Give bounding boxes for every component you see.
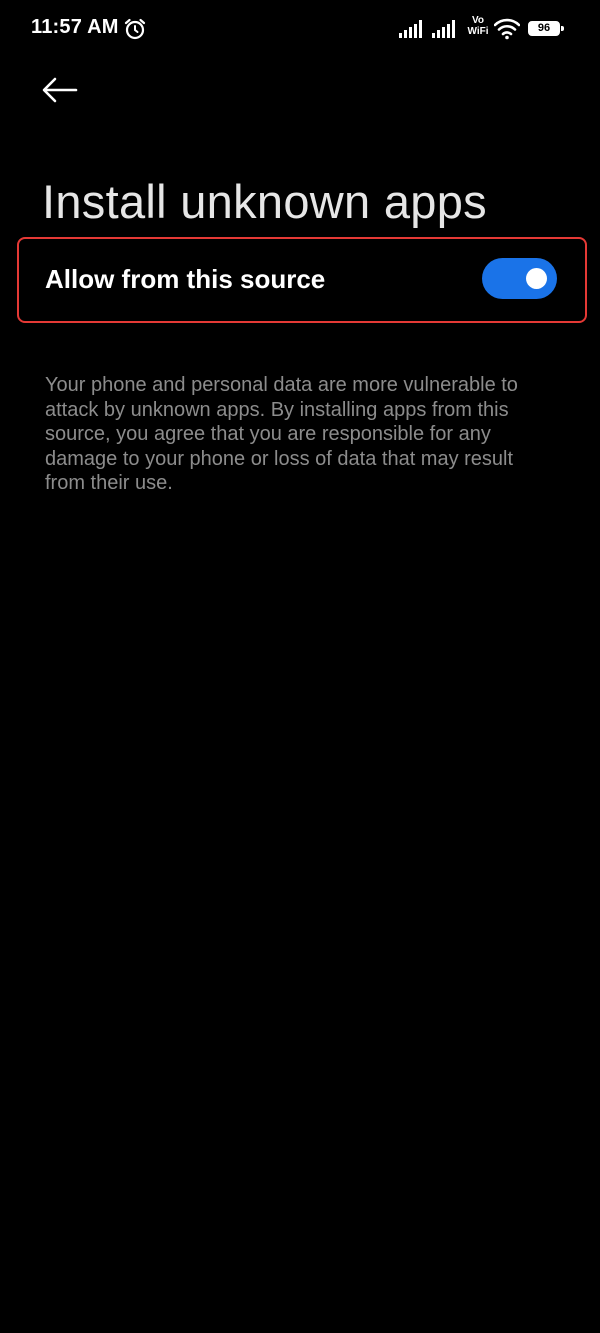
allow-from-source-toggle[interactable] bbox=[482, 258, 557, 299]
wifi-icon bbox=[494, 18, 520, 40]
allow-from-source-setting[interactable]: Allow from this source bbox=[17, 237, 587, 323]
battery-icon: 96 bbox=[528, 21, 564, 36]
back-button[interactable] bbox=[36, 70, 84, 110]
cellular-signal-icon bbox=[432, 20, 455, 38]
vowifi-indicator: Vo WiFi bbox=[464, 15, 492, 37]
vowifi-label-bottom: WiFi bbox=[467, 26, 489, 37]
alarm-clock-icon bbox=[124, 18, 146, 40]
status-bar: 11:57 AM Vo WiFi 96 bbox=[0, 0, 600, 58]
battery-level: 96 bbox=[537, 22, 551, 34]
page-title: Install unknown apps bbox=[42, 175, 487, 229]
warning-description: Your phone and personal data are more vu… bbox=[45, 374, 518, 494]
arrow-left-icon bbox=[42, 77, 78, 103]
vowifi-label-top: Vo bbox=[471, 15, 485, 26]
setting-label: Allow from this source bbox=[45, 264, 326, 294]
toggle-knob bbox=[526, 268, 547, 289]
status-time: 11:57 AM bbox=[31, 16, 119, 38]
cellular-signal-icon bbox=[399, 20, 422, 38]
